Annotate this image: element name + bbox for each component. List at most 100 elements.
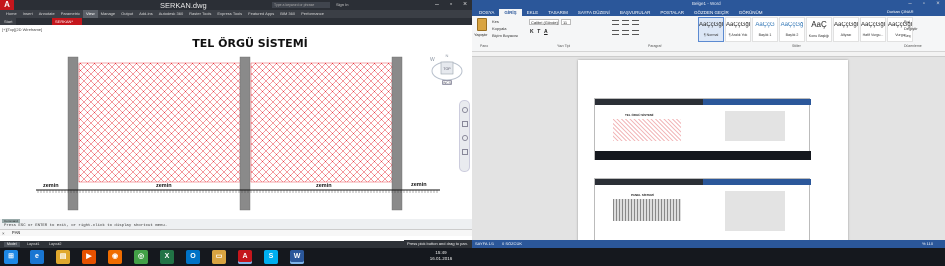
word-user-name[interactable]: Durkan ÇINAR (887, 9, 913, 14)
word-maximize-icon[interactable]: ▫ (917, 0, 931, 8)
layout-tab-layout1[interactable]: Layout1 (24, 242, 42, 247)
font-size-select[interactable]: 11 (561, 19, 571, 25)
outlook-icon[interactable]: O (186, 250, 200, 264)
document-page[interactable]: TEL ÖRGÜ SİSTEMİ PANEL SİSTEMİ (578, 60, 848, 246)
word-minimize-icon[interactable]: – (903, 0, 917, 8)
ruler (472, 52, 945, 57)
ribbon-tab-manage[interactable]: Manage (98, 10, 118, 18)
ie-icon[interactable]: e (30, 250, 44, 264)
zoom-level[interactable]: % 110 (922, 241, 933, 246)
word-tab-2[interactable]: EKLE (522, 9, 544, 16)
word-tab-7[interactable]: GÖZDEN GEÇİR (689, 9, 734, 16)
minimize-icon[interactable]: – (430, 0, 444, 10)
taskbar-clock[interactable]: 15:49 16.01.2016 (426, 250, 456, 262)
paste-button[interactable]: Yapıştır (474, 32, 488, 37)
ground-label: zemin (316, 183, 332, 189)
media-player-icon[interactable]: ▶ (82, 250, 96, 264)
layout-tab-model[interactable]: Model (4, 242, 20, 247)
word-tab-1[interactable]: GİRİŞ (499, 9, 522, 16)
word-count[interactable]: 0 SÖZCÜK (502, 241, 522, 246)
ribbon-tab-insert[interactable]: Insert (20, 10, 36, 18)
find-button[interactable]: Bul (904, 19, 910, 24)
layout-tab-layout2[interactable]: Layout2 (46, 242, 64, 247)
word-tab-4[interactable]: SAYFA DÜZENİ (573, 9, 615, 16)
pan-icon[interactable] (462, 121, 468, 127)
ribbon-tab-autodesk-360[interactable]: Autodesk 360 (156, 10, 186, 18)
autocad-logo-icon[interactable]: A (0, 0, 14, 10)
format-painter-button[interactable]: Biçim Boyacısı (492, 33, 518, 38)
ribbon-tab-output[interactable]: Output (118, 10, 136, 18)
autocad-search-input[interactable]: Type a keyword or phrase (272, 2, 330, 8)
explorer-icon[interactable]: ▤ (56, 250, 70, 264)
drawing-canvas[interactable]: [+][Top][2D Wireframe] TEL ÖRGÜ SİSTEMİ … (0, 25, 472, 236)
skype-icon[interactable]: S (264, 250, 278, 264)
word-tab-5[interactable]: BAŞVURULAR (615, 9, 656, 16)
ribbon-tab-parametric[interactable]: Parametric (58, 10, 83, 18)
autocad-status-bar: Model Layout1 Layout2 (0, 241, 472, 248)
ribbon-tab-featured-apps[interactable]: Featured Apps (245, 10, 277, 18)
style-item[interactable]: AaÇçĞ Başlık 1 (752, 17, 778, 42)
copy-button[interactable]: Kopyala (492, 26, 506, 31)
embedded-word-titlebar (703, 99, 811, 105)
paste-icon[interactable] (477, 18, 487, 31)
replace-button[interactable]: Değiştir (904, 26, 918, 31)
font-name-select[interactable]: Calibri (Gövde) (529, 19, 559, 25)
doc-tab-serkan[interactable]: SERKAN* (52, 18, 82, 25)
fence-post-middle (239, 56, 251, 211)
italic-button[interactable]: T (537, 29, 540, 35)
ribbon-tab-bim-360[interactable]: BIM 360 (277, 10, 298, 18)
start-icon[interactable]: ⊞ (4, 250, 18, 264)
style-item[interactable]: AaÇçĞğİ Hafif Vurgu... (860, 17, 886, 42)
align-left-icon[interactable] (612, 30, 619, 35)
embedded-screenshot-panel[interactable]: PANEL SİSTEMİ (594, 178, 811, 246)
ribbon-tab-add-ins[interactable]: Add-ins (136, 10, 156, 18)
autocad-icon[interactable]: A (238, 250, 252, 264)
cut-button[interactable]: Kes (492, 19, 499, 24)
orbit-icon[interactable] (462, 149, 468, 155)
style-item[interactable]: AaÇçĞğİ Altyazı (833, 17, 859, 42)
ribbon-tab-home[interactable]: Home (3, 10, 20, 18)
wcs-menu[interactable]: WCS (442, 80, 452, 85)
ribbon-tab-annotate[interactable]: Annotate (36, 10, 58, 18)
command-close-icon[interactable]: × (2, 231, 5, 236)
chrome-icon[interactable]: ◎ (134, 250, 148, 264)
excel-icon[interactable]: X (160, 250, 174, 264)
style-item[interactable]: AaÇçĞğ Başlık 2 (779, 17, 805, 42)
word-tab-0[interactable]: DOSYA (474, 9, 499, 16)
numbering-icon[interactable] (622, 20, 629, 25)
ribbon-tab-view[interactable]: View (83, 10, 98, 18)
word-tab-6[interactable]: POSTALAR (655, 9, 689, 16)
zoom-icon[interactable] (462, 135, 468, 141)
embedded-screenshot-autocad[interactable]: TEL ÖRGÜ SİSTEMİ (594, 98, 811, 160)
command-line[interactable]: × PAN (0, 229, 472, 236)
word-close-icon[interactable]: × (931, 0, 945, 8)
maximize-icon[interactable]: ▫ (444, 0, 458, 10)
command-history: Command Press ESC or ENTER to exit, or r… (0, 219, 472, 229)
style-item[interactable]: AaÇçĞğİ ¶ Aralık Yok (725, 17, 751, 42)
autocad-signin-link[interactable]: Sign In (336, 2, 348, 7)
bullets-icon[interactable] (612, 20, 619, 25)
bold-button[interactable]: K (530, 29, 534, 35)
ribbon-tab-raster-tools[interactable]: Raster Tools (186, 10, 214, 18)
doc-tab-start[interactable]: Start (0, 18, 17, 25)
ribbon-tab-performance[interactable]: Performance (298, 10, 327, 18)
word-icon[interactable]: W (290, 250, 304, 264)
multilevel-list-icon[interactable] (632, 20, 639, 25)
steering-wheel-icon[interactable] (462, 107, 468, 113)
firefox-icon[interactable]: ◉ (108, 250, 122, 264)
word-tab-3[interactable]: TASARIM (543, 9, 573, 16)
style-item[interactable]: AaÇ Konu Başlığı (806, 17, 832, 42)
underline-button[interactable]: A (544, 29, 548, 35)
folder-icon[interactable]: ▭ (212, 250, 226, 264)
close-icon[interactable]: × (458, 0, 472, 10)
ribbon-tab-express-tools[interactable]: Express Tools (214, 10, 245, 18)
align-center-icon[interactable] (622, 30, 629, 35)
command-input[interactable]: PAN (12, 231, 20, 236)
select-button[interactable]: Seç (904, 33, 911, 38)
style-item[interactable]: AaÇçĞğİ ¶ Normal (698, 17, 724, 42)
word-tab-8[interactable]: GÖRÜNÜM (734, 9, 768, 16)
navigation-bar[interactable] (459, 100, 470, 172)
align-right-icon[interactable] (632, 30, 639, 35)
page-info[interactable]: SAYFA 1/1 (475, 241, 494, 246)
embedded-titlebar (595, 179, 703, 185)
